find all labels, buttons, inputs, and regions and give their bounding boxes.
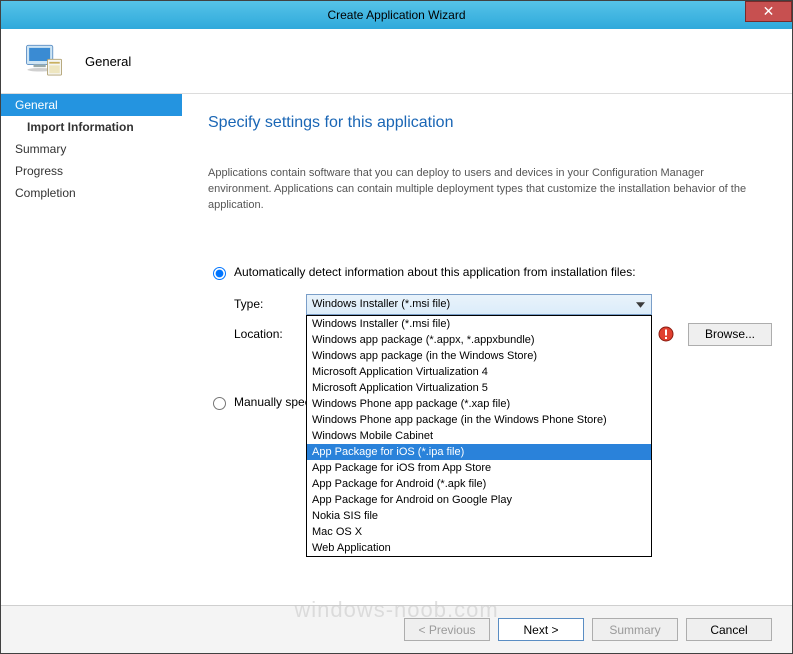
- type-option[interactable]: Web Application: [307, 540, 651, 556]
- type-dropdown-list: Windows Installer (*.msi file)Windows ap…: [306, 315, 652, 557]
- close-icon: ✕: [763, 3, 775, 20]
- type-option[interactable]: Microsoft Application Virtualization 4: [307, 364, 651, 380]
- type-option[interactable]: Windows app package (*.appx, *.appxbundl…: [307, 332, 651, 348]
- radio-auto-detect-row: Automatically detect information about t…: [208, 264, 772, 280]
- radio-manual[interactable]: [213, 397, 226, 410]
- type-option[interactable]: App Package for Android on Google Play: [307, 492, 651, 508]
- title-bar: Create Application Wizard ✕: [1, 1, 792, 29]
- type-option[interactable]: Windows Installer (*.msi file): [307, 316, 651, 332]
- type-option[interactable]: Microsoft Application Virtualization 5: [307, 380, 651, 396]
- sidebar-item-general[interactable]: General: [1, 94, 182, 116]
- sidebar-item-summary[interactable]: Summary: [1, 138, 182, 160]
- type-option[interactable]: Mac OS X: [307, 524, 651, 540]
- type-option[interactable]: Windows Mobile Cabinet: [307, 428, 651, 444]
- page-heading: Specify settings for this application: [208, 114, 772, 132]
- wizard-steps-sidebar: GeneralImport InformationSummaryProgress…: [1, 94, 182, 605]
- close-button[interactable]: ✕: [745, 1, 792, 22]
- location-label: Location:: [234, 327, 306, 341]
- type-label: Type:: [234, 297, 306, 311]
- type-option[interactable]: Windows Phone app package (in the Window…: [307, 412, 651, 428]
- radio-auto-detect-label: Automatically detect information about t…: [234, 265, 636, 279]
- header-label: General: [85, 54, 131, 69]
- wizard-header: General: [1, 29, 792, 94]
- type-option[interactable]: App Package for iOS (*.ipa file): [307, 444, 651, 460]
- computer-icon: [23, 40, 65, 82]
- radio-auto-detect[interactable]: [213, 267, 226, 280]
- chevron-down-icon: [632, 297, 648, 313]
- sidebar-item-progress[interactable]: Progress: [1, 160, 182, 182]
- previous-button[interactable]: < Previous: [404, 618, 490, 641]
- type-option[interactable]: App Package for iOS from App Store: [307, 460, 651, 476]
- cancel-button[interactable]: Cancel: [686, 618, 772, 641]
- wizard-content: Specify settings for this application Ap…: [182, 94, 792, 605]
- page-description: Applications contain software that you c…: [208, 166, 768, 214]
- sidebar-item-completion[interactable]: Completion: [1, 182, 182, 204]
- next-button[interactable]: Next >: [498, 618, 584, 641]
- error-icon: [658, 326, 674, 342]
- browse-button[interactable]: Browse...: [688, 323, 772, 346]
- wizard-button-bar: < Previous Next > Summary Cancel: [1, 605, 792, 653]
- sidebar-item-import-information[interactable]: Import Information: [1, 116, 182, 138]
- type-option[interactable]: Windows app package (in the Windows Stor…: [307, 348, 651, 364]
- wizard-window: Create Application Wizard ✕ General Gene…: [0, 0, 793, 654]
- type-option[interactable]: App Package for Android (*.apk file): [307, 476, 651, 492]
- type-selected-value: Windows Installer (*.msi file): [312, 298, 450, 310]
- type-option[interactable]: Nokia SIS file: [307, 508, 651, 524]
- summary-button[interactable]: Summary: [592, 618, 678, 641]
- type-option[interactable]: Windows Phone app package (*.xap file): [307, 396, 651, 412]
- type-combobox[interactable]: Windows Installer (*.msi file): [306, 294, 652, 315]
- window-title: Create Application Wizard: [1, 8, 792, 22]
